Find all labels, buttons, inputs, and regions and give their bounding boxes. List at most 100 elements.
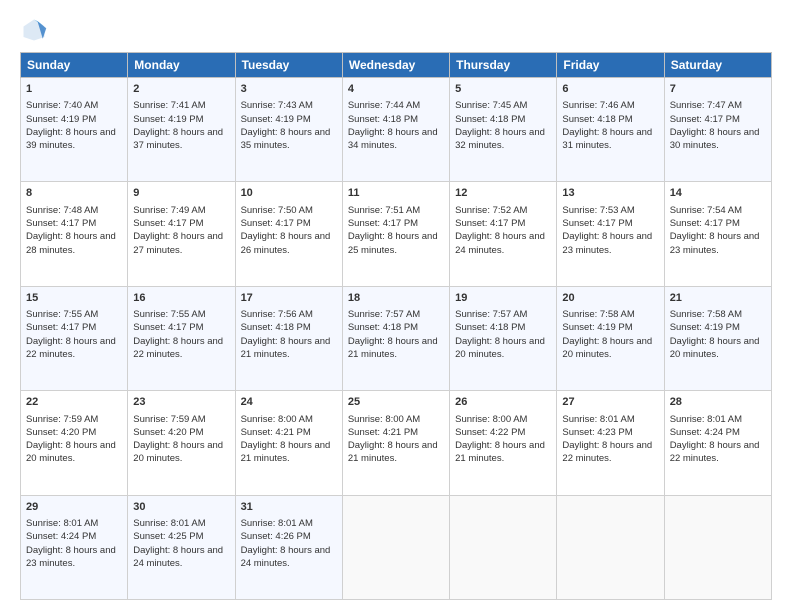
day-info: Sunrise: 7:59 AM — [133, 413, 229, 426]
day-info: Daylight: 8 hours and 25 minutes. — [348, 230, 444, 257]
day-info: Sunset: 4:19 PM — [562, 321, 658, 334]
day-info: Sunrise: 7:40 AM — [26, 99, 122, 112]
day-cell — [664, 495, 771, 599]
day-number: 3 — [241, 82, 337, 97]
day-info: Daylight: 8 hours and 20 minutes. — [562, 335, 658, 362]
day-info: Sunset: 4:17 PM — [133, 321, 229, 334]
day-cell: 11Sunrise: 7:51 AMSunset: 4:17 PMDayligh… — [342, 182, 449, 286]
col-header-wednesday: Wednesday — [342, 53, 449, 78]
day-number: 13 — [562, 186, 658, 201]
day-number: 5 — [455, 82, 551, 97]
day-info: Daylight: 8 hours and 22 minutes. — [670, 439, 766, 466]
day-cell: 6Sunrise: 7:46 AMSunset: 4:18 PMDaylight… — [557, 78, 664, 182]
day-cell: 4 Sunrise: 7:44 AMSunset: 4:18 PMDaylight… — [342, 78, 449, 182]
day-info: Sunset: 4:24 PM — [26, 530, 122, 543]
day-info: Sunrise: 8:01 AM — [670, 413, 766, 426]
day-info: Daylight: 8 hours and 23 minutes. — [562, 230, 658, 257]
day-number: 30 — [133, 500, 229, 515]
day-info: Sunset: 4:18 PM — [455, 113, 551, 126]
day-number: 29 — [26, 500, 122, 515]
day-cell: 27Sunrise: 8:01 AMSunset: 4:23 PMDayligh… — [557, 391, 664, 495]
calendar-table: SundayMondayTuesdayWednesdayThursdayFrid… — [20, 52, 772, 600]
day-number: 27 — [562, 395, 658, 410]
day-info: Daylight: 8 hours and 24 minutes. — [133, 544, 229, 571]
day-number: 18 — [348, 291, 444, 306]
day-info: Sunrise: 7:58 AM — [670, 308, 766, 321]
day-info: Sunset: 4:18 PM — [348, 113, 444, 126]
day-info: Sunset: 4:18 PM — [562, 113, 658, 126]
day-info: Daylight: 8 hours and 21 minutes. — [348, 439, 444, 466]
day-cell: 16Sunrise: 7:55 AMSunset: 4:17 PMDayligh… — [128, 286, 235, 390]
day-cell: 10Sunrise: 7:50 AMSunset: 4:17 PMDayligh… — [235, 182, 342, 286]
col-header-thursday: Thursday — [450, 53, 557, 78]
day-number: 17 — [241, 291, 337, 306]
day-cell — [450, 495, 557, 599]
day-info: Daylight: 8 hours and 21 minutes. — [348, 335, 444, 362]
day-info: Sunrise: 7:47 AM — [670, 99, 766, 112]
day-info: Sunrise: 8:01 AM — [562, 413, 658, 426]
day-cell: 1Sunrise: 7:40 AMSunset: 4:19 PMDaylight… — [21, 78, 128, 182]
day-number: 4 — [348, 82, 444, 97]
day-info: Sunset: 4:22 PM — [455, 426, 551, 439]
day-cell: 7Sunrise: 7:47 AMSunset: 4:17 PMDaylight… — [664, 78, 771, 182]
col-header-friday: Friday — [557, 53, 664, 78]
day-cell: 15Sunrise: 7:55 AMSunset: 4:17 PMDayligh… — [21, 286, 128, 390]
day-number: 11 — [348, 186, 444, 201]
day-cell: 5 Sunrise: 7:45 AMSunset: 4:18 PMDaylight… — [450, 78, 557, 182]
page: SundayMondayTuesdayWednesdayThursdayFrid… — [0, 0, 792, 612]
day-info: Daylight: 8 hours and 39 minutes. — [26, 126, 122, 153]
day-info: Daylight: 8 hours and 23 minutes. — [670, 230, 766, 257]
day-info: Sunrise: 7:49 AM — [133, 204, 229, 217]
day-cell: 22Sunrise: 7:59 AMSunset: 4:20 PMDayligh… — [21, 391, 128, 495]
day-info: Sunrise: 7:54 AM — [670, 204, 766, 217]
day-number: 7 — [670, 82, 766, 97]
day-info: Daylight: 8 hours and 32 minutes. — [455, 126, 551, 153]
day-info: Sunrise: 8:00 AM — [348, 413, 444, 426]
day-cell: 24Sunrise: 8:00 AMSunset: 4:21 PMDayligh… — [235, 391, 342, 495]
day-info: Sunrise: 7:48 AM — [26, 204, 122, 217]
day-info: Sunrise: 8:00 AM — [455, 413, 551, 426]
day-number: 25 — [348, 395, 444, 410]
day-number: 10 — [241, 186, 337, 201]
day-info: Sunrise: 7:50 AM — [241, 204, 337, 217]
day-number: 16 — [133, 291, 229, 306]
day-info: Sunset: 4:17 PM — [562, 217, 658, 230]
day-info: Sunset: 4:17 PM — [670, 113, 766, 126]
day-info: Daylight: 8 hours and 24 minutes. — [455, 230, 551, 257]
day-info: Daylight: 8 hours and 27 minutes. — [133, 230, 229, 257]
day-info: Sunrise: 8:01 AM — [133, 517, 229, 530]
day-info: Daylight: 8 hours and 34 minutes. — [348, 126, 444, 153]
day-cell: 2Sunrise: 7:41 AMSunset: 4:19 PMDaylight… — [128, 78, 235, 182]
day-number: 8 — [26, 186, 122, 201]
day-cell: 13Sunrise: 7:53 AMSunset: 4:17 PMDayligh… — [557, 182, 664, 286]
day-info: Sunrise: 7:44 AM — [348, 99, 444, 112]
day-info: Sunset: 4:21 PM — [348, 426, 444, 439]
day-info: Daylight: 8 hours and 21 minutes. — [241, 439, 337, 466]
day-info: Sunset: 4:20 PM — [26, 426, 122, 439]
day-info: Sunset: 4:17 PM — [26, 321, 122, 334]
day-cell: 21Sunrise: 7:58 AMSunset: 4:19 PMDayligh… — [664, 286, 771, 390]
day-info: Sunset: 4:26 PM — [241, 530, 337, 543]
day-cell: 12Sunrise: 7:52 AMSunset: 4:17 PMDayligh… — [450, 182, 557, 286]
day-cell: 3Sunrise: 7:43 AMSunset: 4:19 PMDaylight… — [235, 78, 342, 182]
day-info: Sunrise: 7:51 AM — [348, 204, 444, 217]
day-info: Daylight: 8 hours and 22 minutes. — [562, 439, 658, 466]
day-info: Sunset: 4:25 PM — [133, 530, 229, 543]
day-info: Sunset: 4:19 PM — [241, 113, 337, 126]
day-number: 2 — [133, 82, 229, 97]
day-cell: 20Sunrise: 7:58 AMSunset: 4:19 PMDayligh… — [557, 286, 664, 390]
week-row-5: 29Sunrise: 8:01 AMSunset: 4:24 PMDayligh… — [21, 495, 772, 599]
day-info: Sunrise: 7:55 AM — [133, 308, 229, 321]
day-cell — [557, 495, 664, 599]
day-info: Daylight: 8 hours and 26 minutes. — [241, 230, 337, 257]
day-info: Sunrise: 7:56 AM — [241, 308, 337, 321]
day-info: Sunrise: 8:01 AM — [26, 517, 122, 530]
day-number: 28 — [670, 395, 766, 410]
day-info: Daylight: 8 hours and 21 minutes. — [455, 439, 551, 466]
day-info: Daylight: 8 hours and 28 minutes. — [26, 230, 122, 257]
day-info: Sunrise: 7:45 AM — [455, 99, 551, 112]
day-info: Sunset: 4:20 PM — [133, 426, 229, 439]
day-cell: 9Sunrise: 7:49 AMSunset: 4:17 PMDaylight… — [128, 182, 235, 286]
week-row-4: 22Sunrise: 7:59 AMSunset: 4:20 PMDayligh… — [21, 391, 772, 495]
day-cell: 19Sunrise: 7:57 AMSunset: 4:18 PMDayligh… — [450, 286, 557, 390]
